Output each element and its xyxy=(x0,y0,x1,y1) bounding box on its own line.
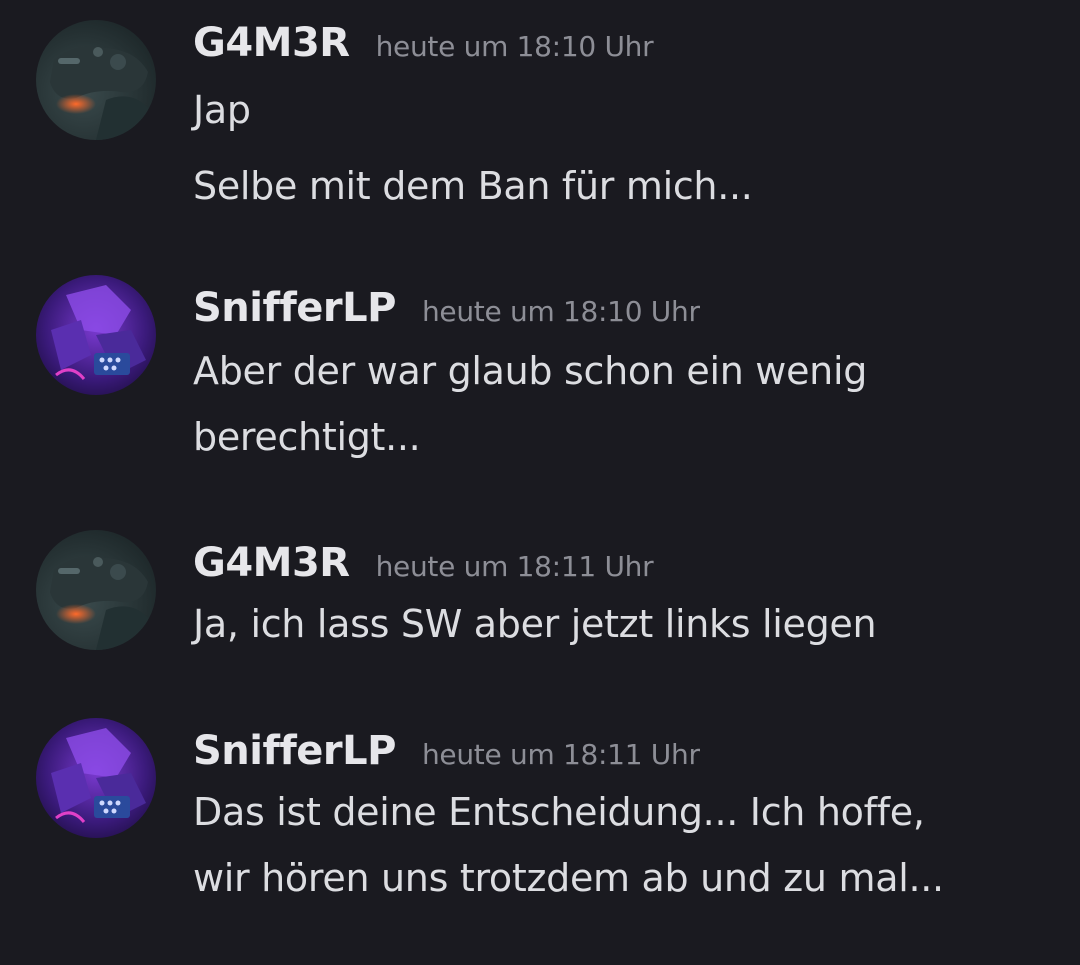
message-text: wir hören uns trotzdem ab und zu mal... xyxy=(193,856,944,900)
message-text: Das ist deine Entscheidung... Ich hoffe, xyxy=(193,790,925,834)
username[interactable]: SnifferLP xyxy=(193,728,396,774)
message-header: G4M3R heute um 18:11 Uhr xyxy=(193,540,654,596)
avatar[interactable] xyxy=(36,718,156,838)
chat-message-list: G4M3R heute um 18:10 Uhr Jap Selbe mit d… xyxy=(0,0,1080,965)
message-text: Jap xyxy=(193,88,251,132)
username[interactable]: SnifferLP xyxy=(193,285,396,331)
gamepad-avatar-icon xyxy=(36,20,156,140)
avatar[interactable] xyxy=(36,530,156,650)
timestamp: heute um 18:10 Uhr xyxy=(375,30,654,63)
message-header: G4M3R heute um 18:10 Uhr xyxy=(193,20,654,76)
purple-artwork-avatar-icon xyxy=(36,275,156,395)
message-text: Ja, ich lass SW aber jetzt links liegen xyxy=(193,602,877,646)
timestamp: heute um 18:11 Uhr xyxy=(375,550,654,583)
timestamp: heute um 18:11 Uhr xyxy=(421,738,700,771)
message-header: SnifferLP heute um 18:11 Uhr xyxy=(193,728,700,784)
username[interactable]: G4M3R xyxy=(193,540,350,586)
message-text: berechtigt... xyxy=(193,415,421,459)
avatar[interactable] xyxy=(36,20,156,140)
timestamp: heute um 18:10 Uhr xyxy=(421,295,700,328)
message-text: Selbe mit dem Ban für mich... xyxy=(193,164,753,208)
purple-artwork-avatar-icon xyxy=(36,718,156,838)
username[interactable]: G4M3R xyxy=(193,20,350,66)
message-header: SnifferLP heute um 18:10 Uhr xyxy=(193,285,700,341)
avatar[interactable] xyxy=(36,275,156,395)
gamepad-avatar-icon xyxy=(36,530,156,650)
message-text: Aber der war glaub schon ein wenig xyxy=(193,349,868,393)
